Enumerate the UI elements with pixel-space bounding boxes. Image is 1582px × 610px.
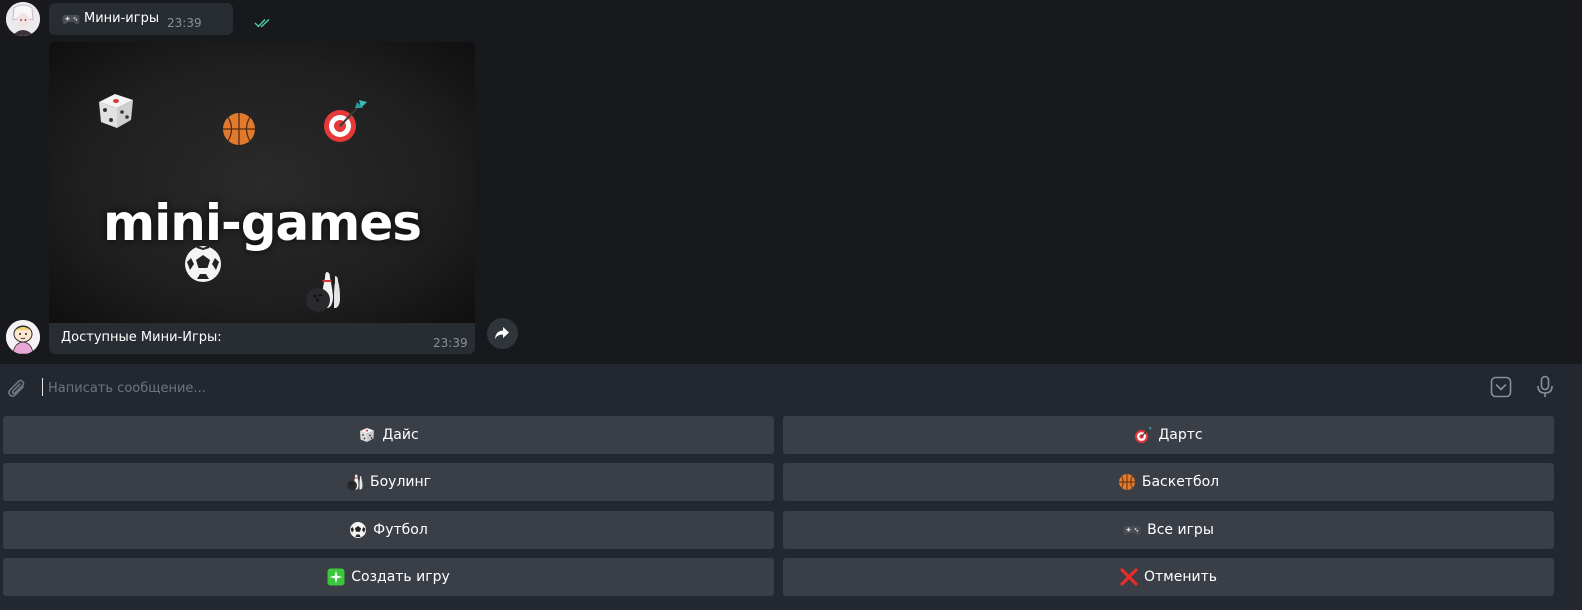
dice-icon <box>358 426 376 444</box>
message-bubble-game-list[interactable]: Мини-игры 23:39 <box>49 3 270 35</box>
paperclip-icon[interactable] <box>7 377 27 403</box>
message-caption: Доступные Мини-Игры: <box>61 330 222 345</box>
microphone-icon[interactable] <box>1536 375 1554 403</box>
message-time: 23:39 <box>167 16 202 30</box>
button-label: Создать игру <box>351 569 450 585</box>
keyboard-toggle-icon[interactable] <box>1490 376 1512 402</box>
button-label: Футбол <box>373 522 428 538</box>
button-label: Отменить <box>1143 569 1217 585</box>
create-game-button[interactable]: Создать игру <box>3 558 774 596</box>
cancel-button[interactable]: Отменить <box>783 558 1554 596</box>
button-label: Баскетбол <box>1141 474 1220 490</box>
message-composer <box>0 364 1582 410</box>
forward-message-button[interactable] <box>487 318 518 349</box>
basketball-game-button[interactable]: Баскетбол <box>783 463 1554 501</box>
chat-history: Мини-игры 23:39 mini-games Доступные Мин… <box>0 0 1582 364</box>
gamepad-icon <box>1123 521 1141 539</box>
dart-target-icon <box>1134 426 1152 444</box>
message-time: 23:39 <box>433 336 468 350</box>
dice-game-button[interactable]: Дайс <box>3 416 774 454</box>
darts-game-button[interactable]: Дартс <box>783 416 1554 454</box>
soccer-ball-icon <box>183 244 223 288</box>
bot-avatar[interactable] <box>6 320 40 354</box>
bowling-game-button[interactable]: Боулинг <box>3 463 774 501</box>
media-message[interactable]: mini-games Доступные Мини-Игры: 23:39 <box>49 42 475 354</box>
text-cursor <box>42 378 43 396</box>
mini-games-banner-image[interactable]: mini-games <box>49 42 475 323</box>
basketball-icon <box>221 111 257 151</box>
banner-title: mini-games <box>102 194 422 252</box>
basketball-icon <box>1118 473 1136 491</box>
bowling-icon <box>303 268 345 318</box>
soccer-ball-icon <box>349 521 367 539</box>
sender-avatar[interactable] <box>6 2 40 36</box>
football-game-button[interactable]: Футбол <box>3 511 774 549</box>
all-games-button[interactable]: Все игры <box>783 511 1554 549</box>
read-checkmarks-icon <box>254 17 274 32</box>
button-label: Дартс <box>1158 427 1203 443</box>
button-label: Дайс <box>382 427 419 443</box>
sparkle-icon <box>327 568 345 586</box>
message-input[interactable] <box>46 373 1450 403</box>
bot-reply-keyboard: Дайс Дартс Боулинг Баскетбол Футбол Все … <box>0 410 1582 610</box>
gamepad-icon <box>62 12 80 30</box>
message-text: Мини-игры <box>84 11 160 26</box>
dice-icon <box>93 90 137 136</box>
dart-target-icon <box>321 98 369 148</box>
button-label: Боулинг <box>369 474 431 490</box>
button-label: Все игры <box>1147 522 1214 538</box>
bowling-icon <box>346 473 364 491</box>
cross-mark-icon <box>1120 568 1138 586</box>
